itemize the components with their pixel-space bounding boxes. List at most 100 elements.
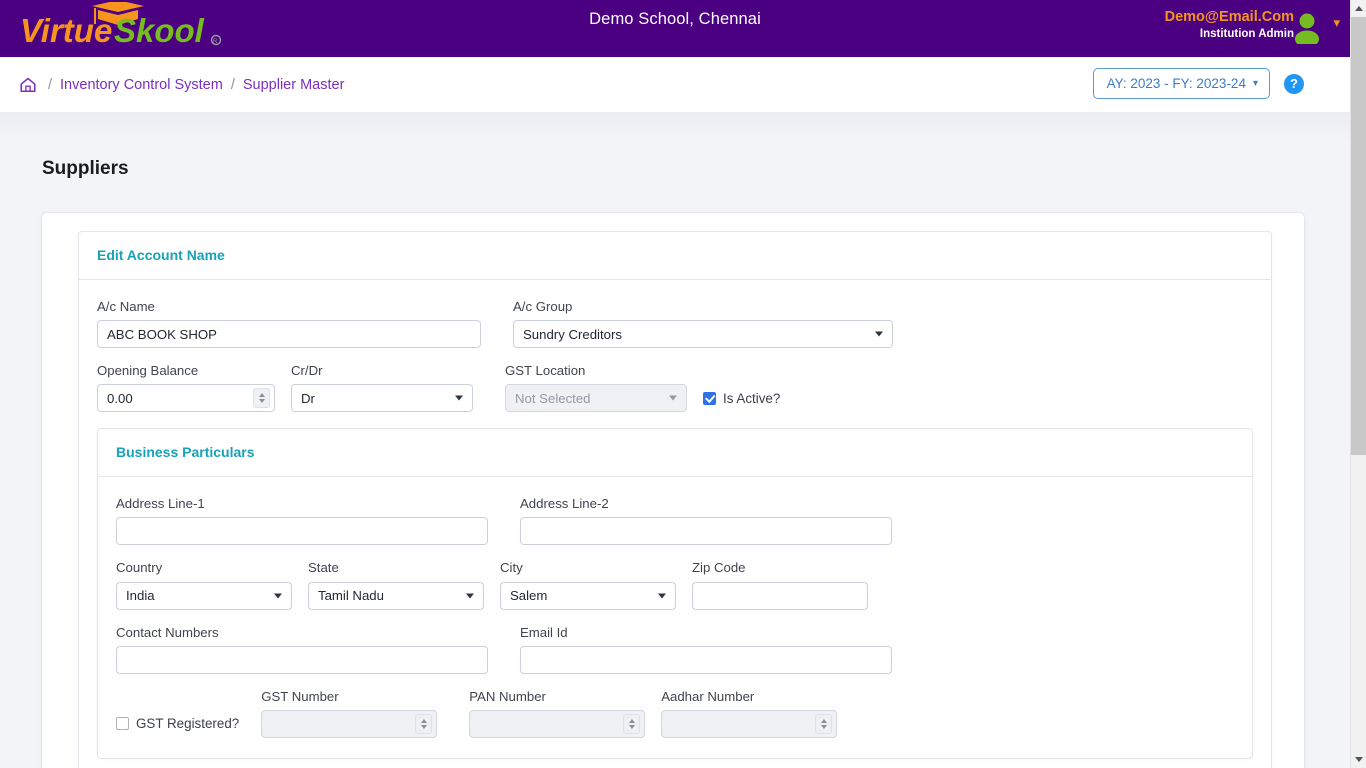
spinner-down-icon[interactable] xyxy=(420,724,427,729)
is-active-checkbox[interactable] xyxy=(703,391,716,405)
scrollbar-up-button[interactable] xyxy=(1351,0,1366,17)
spinner-up-icon[interactable] xyxy=(820,718,827,723)
gst-registered-checkbox[interactable] xyxy=(116,717,129,731)
city-select[interactable]: Salem xyxy=(500,581,676,610)
spinner-up-icon[interactable] xyxy=(420,718,427,723)
field-cr-dr: Cr/Dr Dr xyxy=(291,362,473,413)
field-gst-location: GST Location Not Selected xyxy=(505,362,687,413)
breadcrumb-separator-2: / xyxy=(230,76,235,93)
state-select[interactable]: Tamil Nadu xyxy=(308,581,484,610)
form-row-tax: GST Registered? GST Number PAN Number Aa… xyxy=(116,688,1234,738)
opening-balance-stepper[interactable]: 0.00 xyxy=(97,384,275,413)
field-country: Country India xyxy=(116,559,292,610)
field-city: City Salem xyxy=(500,559,676,610)
gst-number-stepper[interactable] xyxy=(261,709,438,738)
chevron-down-icon xyxy=(1355,757,1363,762)
suppliers-form-card: Edit Account Name A/c Name A/c Group xyxy=(42,213,1304,768)
country-select[interactable]: India xyxy=(116,581,292,610)
user-avatar-icon xyxy=(1295,13,1319,48)
address-line-1-input[interactable] xyxy=(116,517,488,546)
chevron-down-icon[interactable]: ▾ xyxy=(1333,16,1340,29)
business-particulars-panel-header: Business Particulars xyxy=(98,429,1252,478)
gst-location-value: Not Selected xyxy=(515,390,591,406)
opening-balance-label: Opening Balance xyxy=(97,363,199,379)
chevron-down-icon xyxy=(455,395,463,401)
breadcrumb-right-controls: AY: 2023 - FY: 2023-24 ▾ ? xyxy=(1092,68,1304,99)
number-spinner[interactable] xyxy=(253,388,270,409)
home-icon[interactable] xyxy=(18,75,38,95)
contact-numbers-input[interactable] xyxy=(116,645,488,674)
contact-numbers-label: Contact Numbers xyxy=(116,624,219,640)
spinner-down-icon[interactable] xyxy=(258,399,265,404)
help-label: ? xyxy=(1290,76,1298,91)
cr-dr-label: Cr/Dr xyxy=(291,363,323,379)
ac-group-select[interactable]: Sundry Creditors xyxy=(513,320,893,349)
chevron-down-icon xyxy=(875,331,883,337)
field-aadhar-number: Aadhar Number xyxy=(661,688,838,738)
svg-text:R: R xyxy=(213,39,218,45)
gst-number-label: GST Number xyxy=(261,688,339,704)
ac-name-input[interactable] xyxy=(97,320,481,349)
field-state: State Tamil Nadu xyxy=(308,559,484,610)
user-email: Demo@Email.Com xyxy=(1164,9,1294,25)
state-value: Tamil Nadu xyxy=(318,588,384,604)
pan-number-stepper[interactable] xyxy=(469,709,646,738)
business-particulars-panel: Business Particulars Address Line-1 Addr… xyxy=(97,428,1253,759)
number-spinner-pan[interactable] xyxy=(623,713,641,734)
spinner-down-icon[interactable] xyxy=(820,724,827,729)
school-title: Demo School, Chennai xyxy=(589,10,761,28)
ac-group-label: A/c Group xyxy=(513,299,573,314)
city-label: City xyxy=(500,560,523,576)
spinner-up-icon[interactable] xyxy=(258,393,265,398)
page-title: Suppliers xyxy=(42,158,129,179)
address-line-2-label: Address Line-2 xyxy=(520,496,609,512)
panel-title: Edit Account Name xyxy=(97,247,225,263)
spinner-up-icon[interactable] xyxy=(628,718,635,723)
page-scrollbar[interactable] xyxy=(1350,0,1366,768)
field-gst-number: GST Number xyxy=(261,688,438,738)
user-info[interactable]: Demo@Email.Com Institution Admin xyxy=(1165,8,1294,42)
edit-account-name-panel-body: A/c Name A/c Group Sundry Creditors xyxy=(79,280,1271,768)
aadhar-number-label: Aadhar Number xyxy=(661,688,755,704)
field-email-id: Email Id xyxy=(520,624,892,674)
page-viewport: Virtue Skool R Demo School, Chennai Demo… xyxy=(0,0,1350,768)
number-spinner-aadhar[interactable] xyxy=(815,713,833,734)
field-ac-name: A/c Name xyxy=(97,298,481,349)
page-content: Suppliers Edit Account Name A/c Name ABC… xyxy=(0,112,1350,768)
form-row-account-name: A/c Name A/c Group Sundry Creditors xyxy=(97,298,1253,349)
scrollbar-thumb[interactable] xyxy=(1351,17,1366,455)
gst-registered-checkbox-wrap[interactable]: GST Registered? xyxy=(116,710,239,738)
breadcrumb-separator: / xyxy=(48,76,53,93)
breadcrumb-bar: / Inventory Control System / Supplier Ma… xyxy=(0,57,1350,112)
help-circle-icon[interactable]: ? xyxy=(1284,73,1304,94)
breadcrumb-item-inventory-control-system[interactable]: Inventory Control System xyxy=(60,77,223,93)
email-id-input[interactable] xyxy=(520,645,892,674)
address-line-2-input[interactable] xyxy=(520,517,892,546)
avatar[interactable] xyxy=(1292,12,1322,48)
opening-balance-value: 0.00 xyxy=(107,390,133,406)
field-zip-code: Zip Code xyxy=(692,559,868,610)
form-row-balance: Opening Balance 0.00 Cr/Dr Dr GST Locati… xyxy=(97,362,1253,413)
is-active-label: Is Active? xyxy=(723,390,781,406)
form-row-address: Address Line-1 Address Line-2 xyxy=(116,495,1234,546)
field-pan-number: PAN Number xyxy=(469,688,646,738)
is-active-checkbox-wrap[interactable]: Is Active? xyxy=(703,384,780,412)
field-contact-numbers: Contact Numbers xyxy=(116,624,488,674)
zip-code-input[interactable] xyxy=(692,581,868,610)
cr-dr-select[interactable]: Dr xyxy=(291,384,473,413)
cr-dr-value: Dr xyxy=(301,390,315,406)
field-ac-group: A/c Group Sundry Creditors xyxy=(513,298,893,349)
number-spinner-gst[interactable] xyxy=(415,713,433,734)
academic-year-selector[interactable]: AY: 2023 - FY: 2023-24 ▾ xyxy=(1092,68,1270,99)
chevron-down-icon xyxy=(658,593,666,599)
field-gst-registered: GST Registered? xyxy=(116,710,239,738)
zip-code-label: Zip Code xyxy=(692,560,746,576)
form-row-location: Country India State Tamil Nadu City Sale… xyxy=(116,559,1234,610)
pan-number-label: PAN Number xyxy=(469,688,546,704)
spinner-down-icon[interactable] xyxy=(628,724,635,729)
gst-location-select[interactable]: Not Selected xyxy=(505,384,687,413)
scrollbar-down-button[interactable] xyxy=(1351,751,1366,768)
top-header-bar: Virtue Skool R Demo School, Chennai Demo… xyxy=(0,0,1350,57)
field-address-line-2: Address Line-2 xyxy=(520,495,892,546)
aadhar-number-stepper[interactable] xyxy=(661,709,838,738)
